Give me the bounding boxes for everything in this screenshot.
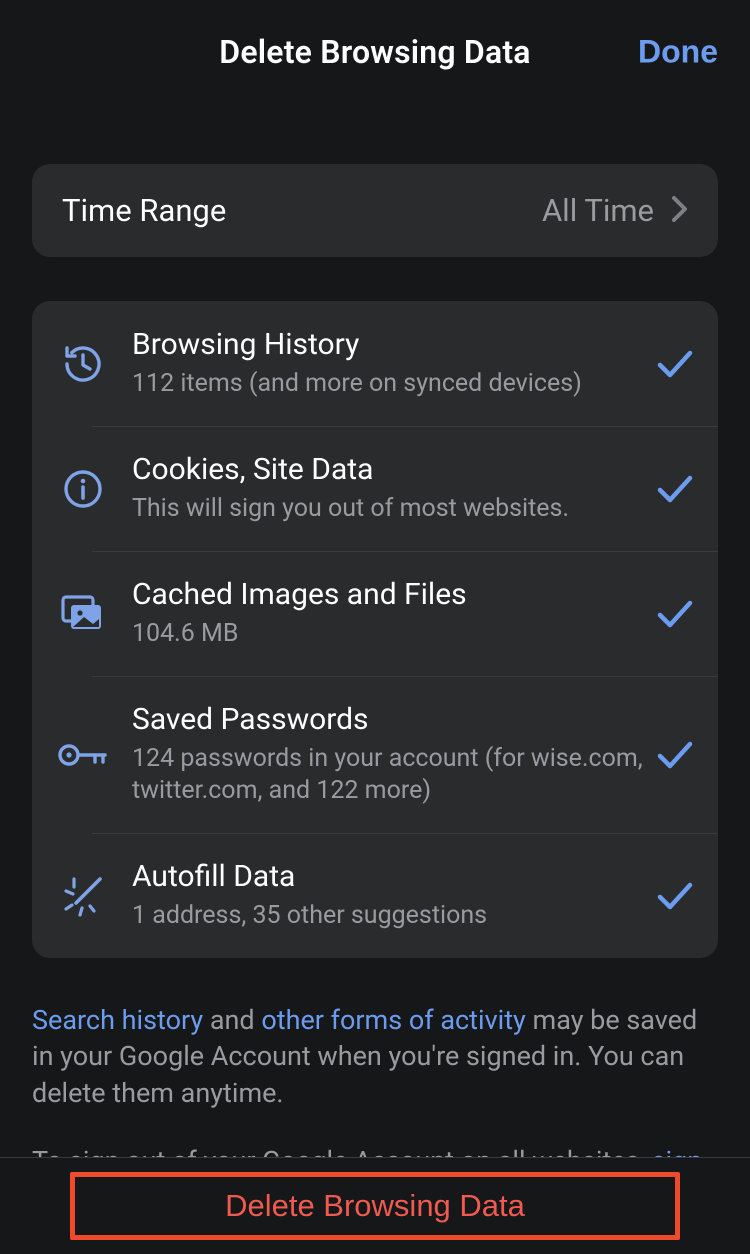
checkmark-icon (654, 881, 696, 911)
magic-wand-icon (54, 873, 112, 919)
key-icon (54, 740, 112, 770)
row-title: Cached Images and Files (132, 577, 644, 612)
footer-text: and (203, 1004, 261, 1036)
checkmark-icon (654, 474, 696, 504)
row-text: Autofill Data 1 address, 35 other sugges… (132, 859, 654, 932)
images-icon (54, 593, 112, 635)
done-button[interactable]: Done (638, 34, 718, 71)
time-range-label: Time Range (62, 192, 226, 229)
row-subtitle: 104.6 MB (132, 618, 644, 650)
row-cached-images-files[interactable]: Cached Images and Files 104.6 MB (32, 551, 718, 676)
row-subtitle: 112 items (and more on synced devices) (132, 368, 644, 400)
search-history-link[interactable]: Search history (32, 1004, 203, 1036)
row-browsing-history[interactable]: Browsing History 112 items (and more on … (32, 301, 718, 426)
checkmark-icon (654, 599, 696, 629)
row-subtitle: 124 passwords in your account (for wise.… (132, 743, 644, 807)
history-icon (54, 342, 112, 386)
row-title: Autofill Data (132, 859, 644, 894)
footer-paragraph-1: Search history and other forms of activi… (32, 1002, 718, 1111)
row-subtitle: This will sign you out of most websites. (132, 493, 644, 525)
row-text: Browsing History 112 items (and more on … (132, 327, 654, 400)
time-range-card: Time Range All Time (32, 164, 718, 257)
row-text: Cached Images and Files 104.6 MB (132, 577, 654, 650)
row-title: Saved Passwords (132, 702, 644, 737)
page-title: Delete Browsing Data (219, 33, 530, 71)
chevron-right-icon (672, 196, 688, 226)
row-title: Cookies, Site Data (132, 452, 644, 487)
data-types-list: Browsing History 112 items (and more on … (32, 301, 718, 958)
time-range-value-wrap: All Time (542, 192, 688, 229)
checkmark-icon (654, 740, 696, 770)
other-activity-link[interactable]: other forms of activity (261, 1004, 525, 1036)
row-cookies-site-data[interactable]: Cookies, Site Data This will sign you ou… (32, 426, 718, 551)
header: Delete Browsing Data Done (0, 0, 750, 104)
row-saved-passwords[interactable]: Saved Passwords 124 passwords in your ac… (32, 676, 718, 833)
time-range-value: All Time (542, 192, 654, 229)
bottom-bar: Delete Browsing Data (0, 1157, 750, 1254)
row-title: Browsing History (132, 327, 644, 362)
row-subtitle: 1 address, 35 other suggestions (132, 900, 644, 932)
checkmark-icon (654, 349, 696, 379)
time-range-row[interactable]: Time Range All Time (32, 164, 718, 257)
row-autofill-data[interactable]: Autofill Data 1 address, 35 other sugges… (32, 833, 718, 958)
delete-browsing-data-button[interactable]: Delete Browsing Data (70, 1172, 680, 1240)
row-text: Cookies, Site Data This will sign you ou… (132, 452, 654, 525)
row-text: Saved Passwords 124 passwords in your ac… (132, 702, 654, 807)
info-icon (54, 468, 112, 510)
delete-browsing-data-screen: Delete Browsing Data Done Time Range All… (0, 0, 750, 1254)
